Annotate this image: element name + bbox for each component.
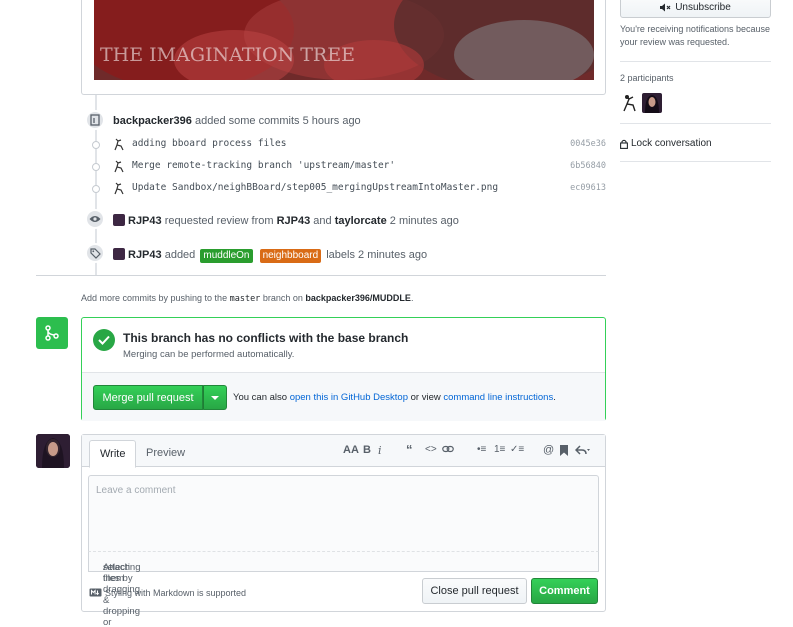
notification-reason: You're receiving notifications because y… bbox=[620, 24, 770, 47]
reviewer-link[interactable]: RJP43 bbox=[277, 215, 311, 227]
commit-message-link[interactable]: Update Sandbox/neighBBoard/step005_mergi… bbox=[132, 182, 498, 193]
mention-icon[interactable]: @ bbox=[543, 444, 554, 456]
quote-icon[interactable]: “ bbox=[406, 442, 413, 457]
comment-placeholder: Leave a comment bbox=[96, 485, 176, 496]
ordered-list-icon[interactable]: 1≡ bbox=[494, 444, 505, 455]
repo-link[interactable]: backpacker396/MUDDLE bbox=[305, 293, 411, 303]
avatar[interactable] bbox=[112, 159, 126, 173]
attach-files-bar[interactable]: Attach files by dragging & dropping or s… bbox=[88, 551, 599, 627]
merge-box: This branch has no conflicts with the ba… bbox=[81, 317, 606, 421]
sidebar-divider bbox=[620, 61, 771, 62]
italic-icon[interactable]: i bbox=[378, 444, 382, 457]
label-muddleon[interactable]: muddleOn bbox=[200, 249, 253, 263]
commit-row: Merge remote-tracking branch 'upstream/m… bbox=[90, 157, 606, 177]
eye-icon bbox=[85, 209, 105, 229]
comment-button[interactable]: Comment bbox=[531, 578, 598, 604]
open-in-desktop-link[interactable]: open this in GitHub Desktop bbox=[290, 392, 408, 403]
label-event: RJP43 added muddleOn neighbboard labels … bbox=[113, 248, 427, 263]
event-user-link[interactable]: RJP43 bbox=[128, 215, 162, 227]
lock-conversation-link[interactable]: Lock conversation bbox=[620, 138, 712, 149]
review-request-event: RJP43 requested review from RJP43 and ta… bbox=[113, 214, 459, 227]
commits-event: backpacker396 added some commits 5 hours… bbox=[113, 115, 361, 127]
merge-footer: Merge pull request You can also open thi… bbox=[82, 372, 605, 421]
label-neighbboard[interactable]: neighbboard bbox=[259, 249, 322, 263]
commit-message-link[interactable]: adding bboard process files bbox=[132, 138, 286, 149]
link-icon[interactable] bbox=[442, 444, 454, 457]
commit-sha-link[interactable]: 6b56840 bbox=[570, 161, 606, 171]
merge-alternatives: You can also open this in GitHub Desktop… bbox=[233, 392, 556, 403]
event-user-link[interactable]: backpacker396 bbox=[113, 115, 192, 127]
commit-sha-link[interactable]: ec09613 bbox=[570, 183, 606, 193]
bookmark-icon[interactable] bbox=[560, 445, 568, 459]
event-user-link[interactable]: RJP43 bbox=[128, 249, 162, 261]
reviewer-link[interactable]: taylorcate bbox=[335, 215, 387, 227]
task-list-icon[interactable]: ✓≡ bbox=[510, 444, 524, 455]
commit-message-link[interactable]: Merge remote-tracking branch 'upstream/m… bbox=[132, 160, 395, 171]
avatar[interactable] bbox=[112, 137, 126, 151]
participants-title: 2 participants bbox=[620, 73, 674, 83]
header-text-icon[interactable]: AA bbox=[343, 444, 359, 456]
participant-avatar[interactable] bbox=[620, 93, 640, 113]
unordered-list-icon[interactable]: •≡ bbox=[477, 444, 486, 455]
commit-dot-icon bbox=[92, 163, 100, 171]
comment-form: Write Preview AA B i “ <> •≡ 1≡ ✓≡ @ Lea… bbox=[81, 434, 606, 627]
merge-status-subtitle: Merging can be performed automatically. bbox=[123, 349, 295, 360]
comment-toolbar: Write Preview AA B i “ <> •≡ 1≡ ✓≡ @ bbox=[82, 435, 605, 468]
merge-options-dropdown[interactable] bbox=[203, 385, 227, 410]
tab-preview[interactable]: Preview bbox=[136, 440, 195, 468]
image-caption: THE IMAGINATION TREE bbox=[100, 44, 355, 66]
commit-row: Update Sandbox/neighBBoard/step005_mergi… bbox=[90, 179, 606, 199]
merge-pull-request-button[interactable]: Merge pull request bbox=[93, 385, 203, 410]
markdown-icon bbox=[89, 588, 102, 597]
participant-avatar[interactable] bbox=[642, 93, 662, 113]
lock-icon bbox=[620, 139, 628, 149]
bold-icon[interactable]: B bbox=[363, 444, 371, 456]
sidebar-divider bbox=[620, 123, 771, 124]
sidebar-divider bbox=[620, 161, 771, 162]
imagination-tree-image: THE IMAGINATION TREE bbox=[94, 0, 594, 80]
commit-dot-icon bbox=[92, 185, 100, 193]
branch-name: master bbox=[229, 294, 261, 304]
check-icon bbox=[93, 329, 115, 351]
tab-write[interactable]: Write bbox=[89, 440, 137, 468]
close-pull-request-button[interactable]: Close pull request bbox=[422, 578, 527, 604]
push-hint: Add more commits by pushing to the maste… bbox=[81, 293, 414, 304]
select-files-link[interactable]: selecting them bbox=[103, 562, 141, 584]
unsubscribe-button[interactable]: Unsubscribe bbox=[620, 0, 771, 18]
avatar[interactable] bbox=[113, 248, 125, 260]
reply-icon[interactable] bbox=[574, 445, 591, 458]
caret-down-icon bbox=[211, 395, 219, 400]
commit-dot-icon bbox=[92, 141, 100, 149]
tag-icon bbox=[85, 243, 105, 263]
commit-sha-link[interactable]: 0045e36 bbox=[570, 139, 606, 149]
commit-icon bbox=[85, 110, 105, 130]
merge-branch-icon bbox=[36, 317, 68, 349]
timeline-divider bbox=[36, 275, 606, 276]
code-icon[interactable]: <> bbox=[425, 444, 437, 455]
command-line-instructions-link[interactable]: command line instructions bbox=[443, 392, 553, 403]
current-user-avatar[interactable] bbox=[36, 434, 70, 468]
image-comment-card: THE IMAGINATION TREE bbox=[81, 0, 606, 95]
merge-status-title: This branch has no conflicts with the ba… bbox=[123, 331, 409, 345]
avatar[interactable] bbox=[112, 181, 126, 195]
markdown-hint[interactable]: Styling with Markdown is supported bbox=[89, 588, 246, 598]
avatar[interactable] bbox=[113, 214, 125, 226]
mute-icon bbox=[660, 3, 671, 11]
commit-row: adding bboard process files 0045e36 bbox=[90, 135, 606, 155]
